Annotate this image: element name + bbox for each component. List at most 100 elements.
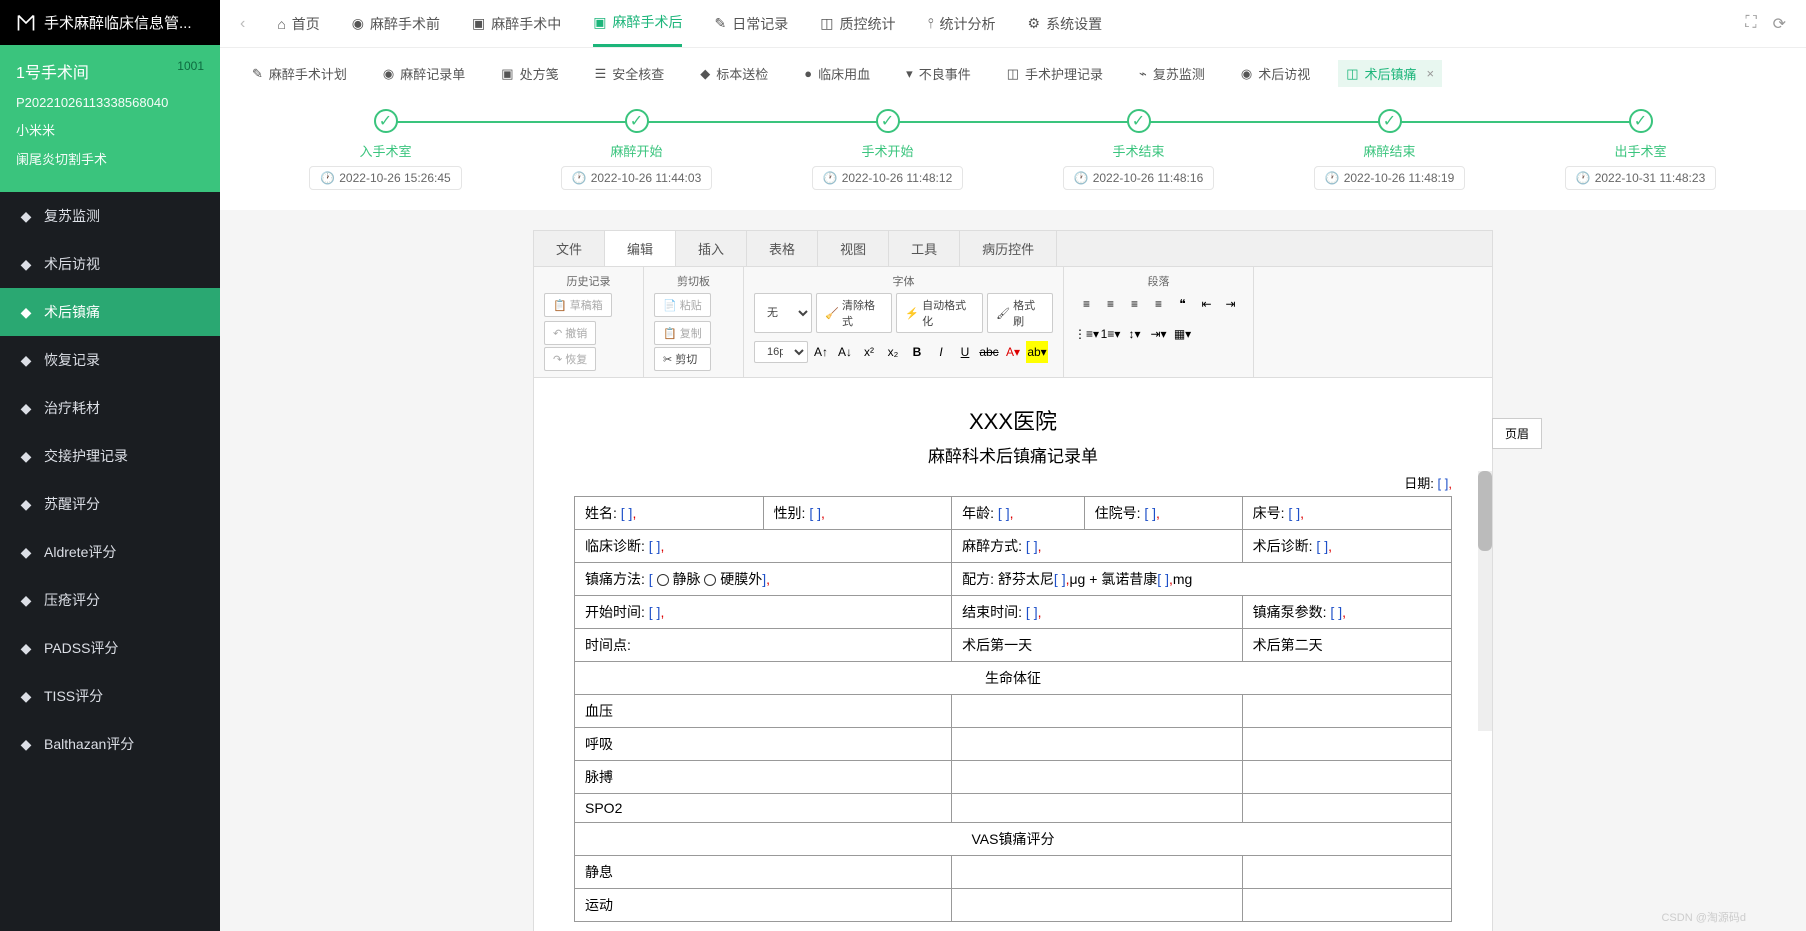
refresh-icon[interactable]: ⟳ (1773, 14, 1786, 34)
indent-dec-button[interactable]: ⇤ (1196, 293, 1218, 315)
sidebar-item-label: 恢复记录 (44, 350, 100, 370)
ribbon-font: 字体 无 🧹 清除格式 ⚡ 自动格式化 🖌 格式刷 16px A↑ (744, 267, 1064, 377)
subtab-手术护理记录[interactable]: ◫手术护理记录 (999, 60, 1111, 87)
sidebar-item-pressure[interactable]: ◆压疮评分 (0, 576, 220, 624)
topnav-首页[interactable]: ⌂首页 (277, 0, 319, 47)
nav-icon: ⫯ (927, 15, 933, 32)
nav-icon: ◉ (352, 15, 364, 32)
fullscreen-icon[interactable]: ⛶ (1745, 14, 1756, 34)
step-label: 手术开始 (762, 141, 1013, 160)
copy-button[interactable]: 📋 复制 (654, 321, 711, 345)
menubar-病历控件[interactable]: 病历控件 (960, 231, 1057, 266)
menubar-表格[interactable]: 表格 (747, 231, 818, 266)
border-button[interactable]: ▦▾ (1172, 323, 1194, 345)
sidebar-item-padss[interactable]: ◆PADSS评分 (0, 624, 220, 672)
menubar-插入[interactable]: 插入 (676, 231, 747, 266)
sidebar: 手术麻醉临床信息管... 1号手术间 1001 P202210261133385… (0, 0, 220, 931)
step-time: 🕐2022-10-26 15:26:45 (309, 166, 461, 190)
sidebar-item-wake[interactable]: ◆苏醒评分 (0, 480, 220, 528)
strike-button[interactable]: abc (978, 341, 1000, 363)
font-decrease-button[interactable]: A↓ (834, 341, 856, 363)
cut-button[interactable]: ✂ 剪切 (654, 347, 711, 371)
scratch-button[interactable]: 📋 草稿箱 (544, 293, 612, 317)
sidebar-item-aldrete[interactable]: ◆Aldrete评分 (0, 528, 220, 576)
editor-ribbon: 历史记录 📋 草稿箱 ↶ 撤销 ↷ 恢复 剪切板 📄粘贴 (534, 267, 1492, 378)
sidebar-item-label: 术后镇痛 (44, 302, 100, 322)
subscript-button[interactable]: x₂ (882, 341, 904, 363)
menubar-文件[interactable]: 文件 (534, 231, 605, 266)
linespace-button[interactable]: ↕▾ (1124, 323, 1146, 345)
font-color-button[interactable]: A▾ (1002, 341, 1024, 363)
sidebar-item-tiss[interactable]: ◆TISS评分 (0, 672, 220, 720)
topnav-质控统计[interactable]: ◫质控统计 (820, 0, 895, 47)
sidebar-item-handover[interactable]: ◆交接护理记录 (0, 432, 220, 480)
align-left-button[interactable]: ≡ (1076, 293, 1098, 315)
topnav-right: ⛶⟳ (1745, 14, 1786, 34)
subtab-安全核查[interactable]: ☰安全核查 (587, 60, 673, 87)
subtab-标本送检[interactable]: ◆标本送检 (692, 60, 776, 87)
font-size-select[interactable]: 16px (754, 341, 808, 363)
watermark: CSDN @淘源码d (1661, 909, 1746, 925)
subtab-术后访视[interactable]: ◉术后访视 (1233, 60, 1318, 87)
clear-format-button[interactable]: 🧹 清除格式 (816, 293, 892, 333)
topnav-日常记录[interactable]: ✎日常记录 (714, 0, 788, 47)
paste-button[interactable]: 📄粘贴 (654, 293, 711, 317)
topnav-麻醉手术后[interactable]: ▣麻醉手术后 (593, 0, 682, 47)
superscript-button[interactable]: x² (858, 341, 880, 363)
subtab-麻醉手术计划[interactable]: ✎麻醉手术计划 (244, 60, 355, 87)
italic-button[interactable]: I (930, 341, 952, 363)
highlight-button[interactable]: ab▾ (1026, 341, 1048, 363)
bold-button[interactable]: B (906, 341, 928, 363)
menubar-编辑[interactable]: 编辑 (605, 231, 676, 266)
subtab-临床用血[interactable]: ●临床用血 (796, 60, 878, 87)
sidebar-item-pain[interactable]: ◆ 术后镇痛 (0, 288, 220, 336)
tab-button[interactable]: ⇥▾ (1148, 323, 1170, 345)
align-right-button[interactable]: ≡ (1124, 293, 1146, 315)
format-painter-button[interactable]: 🖌 格式刷 (987, 293, 1053, 333)
indent-inc-button[interactable]: ⇥ (1220, 293, 1242, 315)
subtab-label: 安全核查 (612, 64, 664, 83)
underline-button[interactable]: U (954, 341, 976, 363)
close-icon[interactable]: × (1427, 66, 1435, 81)
subtab-处方笺[interactable]: ▣处方笺 (493, 60, 566, 87)
menubar-工具[interactable]: 工具 (889, 231, 960, 266)
sidebar-item-clock[interactable]: ◆术后访视 (0, 240, 220, 288)
doc-hospital: XXX医院 (574, 404, 1452, 436)
topnav-麻醉手术中[interactable]: ▣麻醉手术中 (472, 0, 561, 47)
clock-icon: 🕐 (823, 171, 838, 185)
pain-icon: ◆ (18, 304, 34, 320)
topnav-系统设置[interactable]: ⚙系统设置 (1028, 0, 1103, 47)
sidebar-item-balth[interactable]: ◆Balthazan评分 (0, 720, 220, 768)
topnav-麻醉手术前[interactable]: ◉麻醉手术前 (352, 0, 440, 47)
subtab-不良事件[interactable]: ▾不良事件 (898, 60, 979, 87)
subtab-麻醉记录单[interactable]: ◉麻醉记录单 (375, 60, 473, 87)
nav-chevron-icon[interactable]: ‹ (240, 15, 245, 33)
subtab-术后镇痛[interactable]: ◫术后镇痛× (1338, 60, 1442, 87)
number-list-button[interactable]: 1≡▾ (1100, 323, 1122, 345)
auto-format-button[interactable]: ⚡ 自动格式化 (896, 293, 983, 333)
font-increase-button[interactable]: A↑ (810, 341, 832, 363)
sidebar-item-label: 治疗耗材 (44, 398, 100, 418)
subtab-复苏监测[interactable]: ⌁复苏监测 (1131, 60, 1213, 87)
sidebar-item-monitor[interactable]: ◆复苏监测 (0, 192, 220, 240)
sidebar-item-recover[interactable]: ◆恢复记录 (0, 336, 220, 384)
redo-button[interactable]: ↷ 恢复 (544, 347, 596, 371)
subtab-label: 麻醉手术计划 (269, 64, 347, 83)
quote-button[interactable]: ❝ (1172, 293, 1194, 315)
scrollbar-thumb[interactable] (1478, 471, 1492, 551)
menubar-视图[interactable]: 视图 (818, 231, 889, 266)
bullet-list-button[interactable]: ⋮≡▾ (1076, 323, 1098, 345)
sidebar-item-supply[interactable]: ◆治疗耗材 (0, 384, 220, 432)
room-number: 1001 (177, 59, 204, 83)
doc-date: 日期: [ ], (574, 473, 1452, 492)
editor-scrollbar[interactable] (1478, 471, 1492, 731)
editor-document[interactable]: 页眉 XXX医院 麻醉科术后镇痛记录单 日期: [ ], 姓名: [ ], 性别… (534, 378, 1492, 931)
topnav-统计分析[interactable]: ⫯统计分析 (927, 0, 995, 47)
font-style-select[interactable]: 无 (754, 293, 812, 333)
undo-button[interactable]: ↶ 撤销 (544, 321, 596, 345)
align-center-button[interactable]: ≡ (1100, 293, 1122, 315)
header-button[interactable]: 页眉 (1492, 418, 1542, 449)
align-justify-button[interactable]: ≡ (1148, 293, 1170, 315)
clock-icon: 🕐 (1074, 171, 1089, 185)
subtabs: ✎麻醉手术计划 ◉麻醉记录单 ▣处方笺 ☰安全核查 ◆标本送检 ●临床用血 ▾不良事件 ◫手术… (220, 48, 1806, 99)
